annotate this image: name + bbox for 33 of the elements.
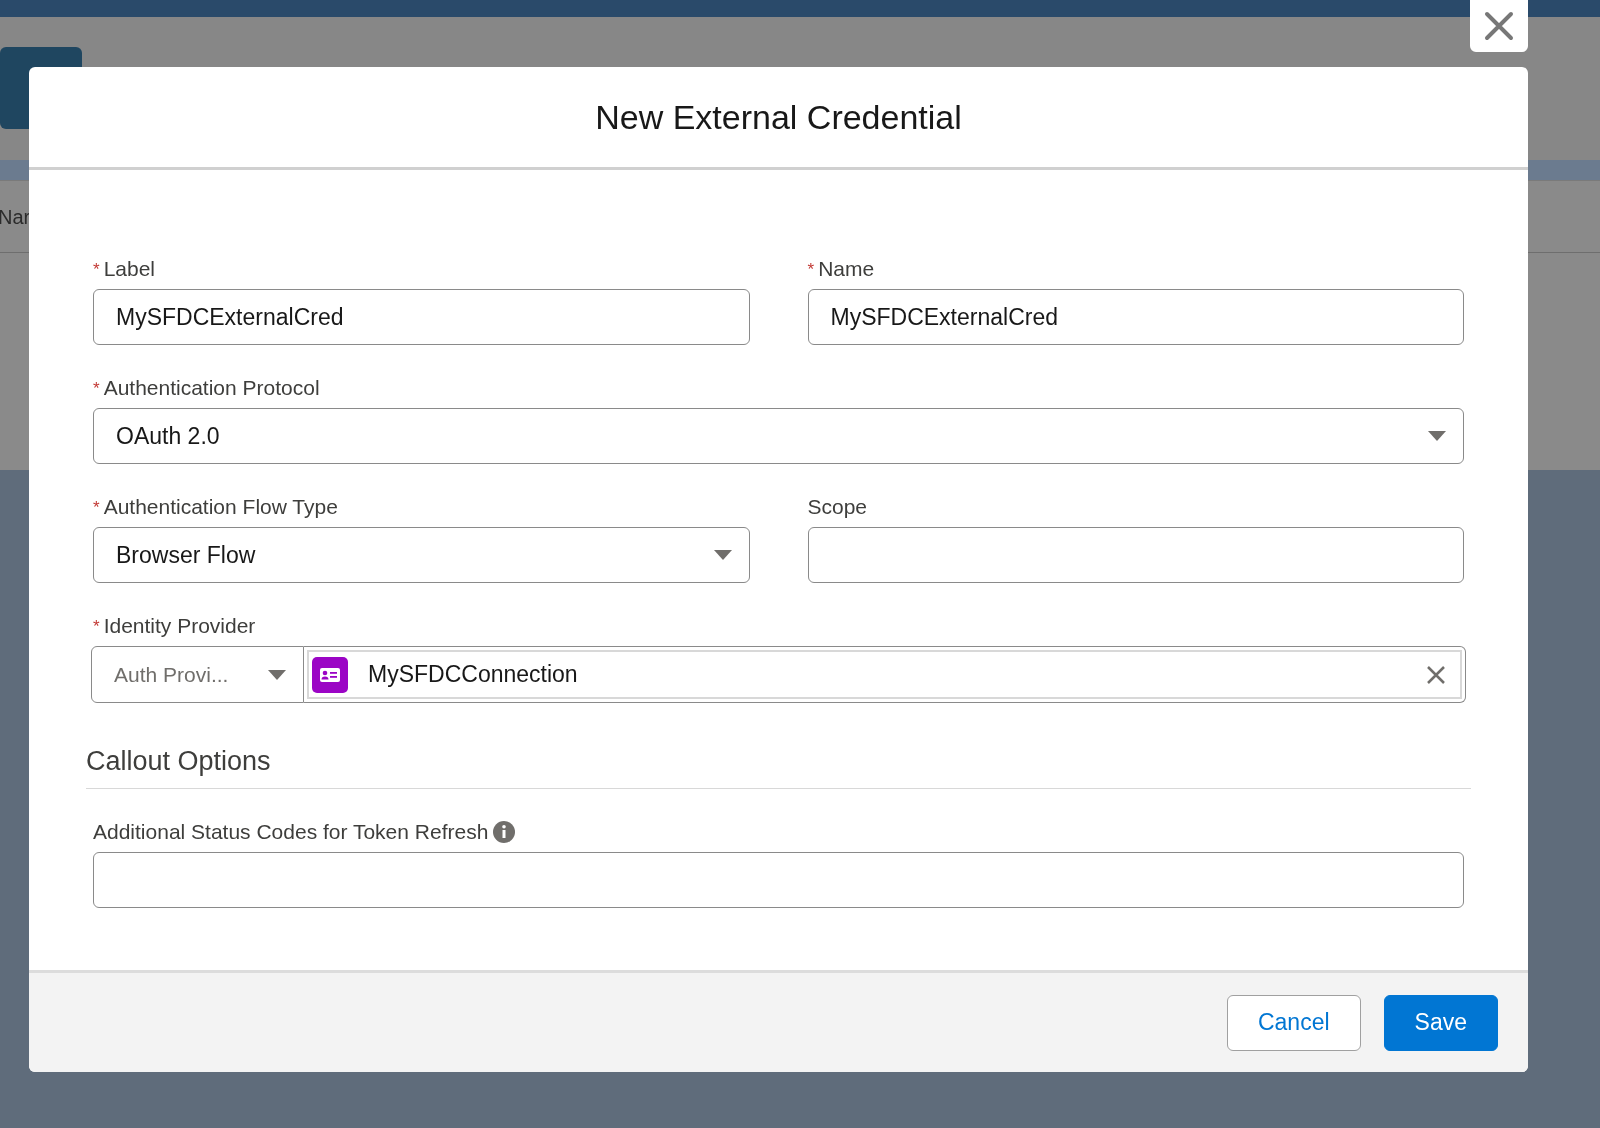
field-label: Label bbox=[103, 256, 155, 283]
required-mark: * bbox=[93, 379, 100, 397]
required-mark: * bbox=[93, 498, 100, 516]
contact-card-icon bbox=[312, 656, 348, 693]
caret-icon bbox=[1427, 430, 1447, 442]
field-label: Identity Provider bbox=[103, 613, 256, 640]
required-mark: * bbox=[93, 617, 100, 635]
lookup-field[interactable]: MySFDCConnection bbox=[304, 646, 1466, 703]
lookup-value: MySFDCConnection bbox=[368, 660, 579, 690]
required-mark: * bbox=[807, 260, 815, 278]
field-label: Authentication Protocol bbox=[103, 375, 320, 402]
field-label: Authentication Flow Type bbox=[103, 494, 338, 521]
modal-title: New External Credential bbox=[595, 96, 962, 138]
caret-icon bbox=[712, 549, 733, 561]
dropdown-field[interactable]: OAuth 2.0 bbox=[93, 408, 1464, 464]
section-heading: Callout Options bbox=[86, 745, 272, 778]
field-label: Name bbox=[818, 256, 875, 283]
field-label: Scope bbox=[807, 494, 868, 521]
field-label: Additional Status Codes for Token Refresh bbox=[93, 818, 489, 845]
text-field[interactable]: MySFDCExternalCred bbox=[807, 289, 1464, 345]
text-field[interactable] bbox=[807, 527, 1464, 583]
clear-icon[interactable] bbox=[1426, 664, 1446, 685]
caret-icon bbox=[267, 668, 287, 681]
required-mark: * bbox=[93, 260, 100, 278]
column-heading: Nar bbox=[0, 204, 31, 230]
close-button[interactable] bbox=[1470, 0, 1528, 52]
text-field[interactable]: MySFDCExternalCred bbox=[93, 289, 750, 345]
type-dropdown[interactable]: Auth Provi... bbox=[91, 646, 304, 703]
dropdown-field[interactable]: Browser Flow bbox=[93, 527, 750, 583]
save-button[interactable]: Save bbox=[1383, 994, 1498, 1051]
cancel-button[interactable]: Cancel bbox=[1226, 994, 1361, 1051]
close-icon bbox=[1483, 10, 1515, 42]
text-field[interactable] bbox=[93, 851, 1464, 908]
